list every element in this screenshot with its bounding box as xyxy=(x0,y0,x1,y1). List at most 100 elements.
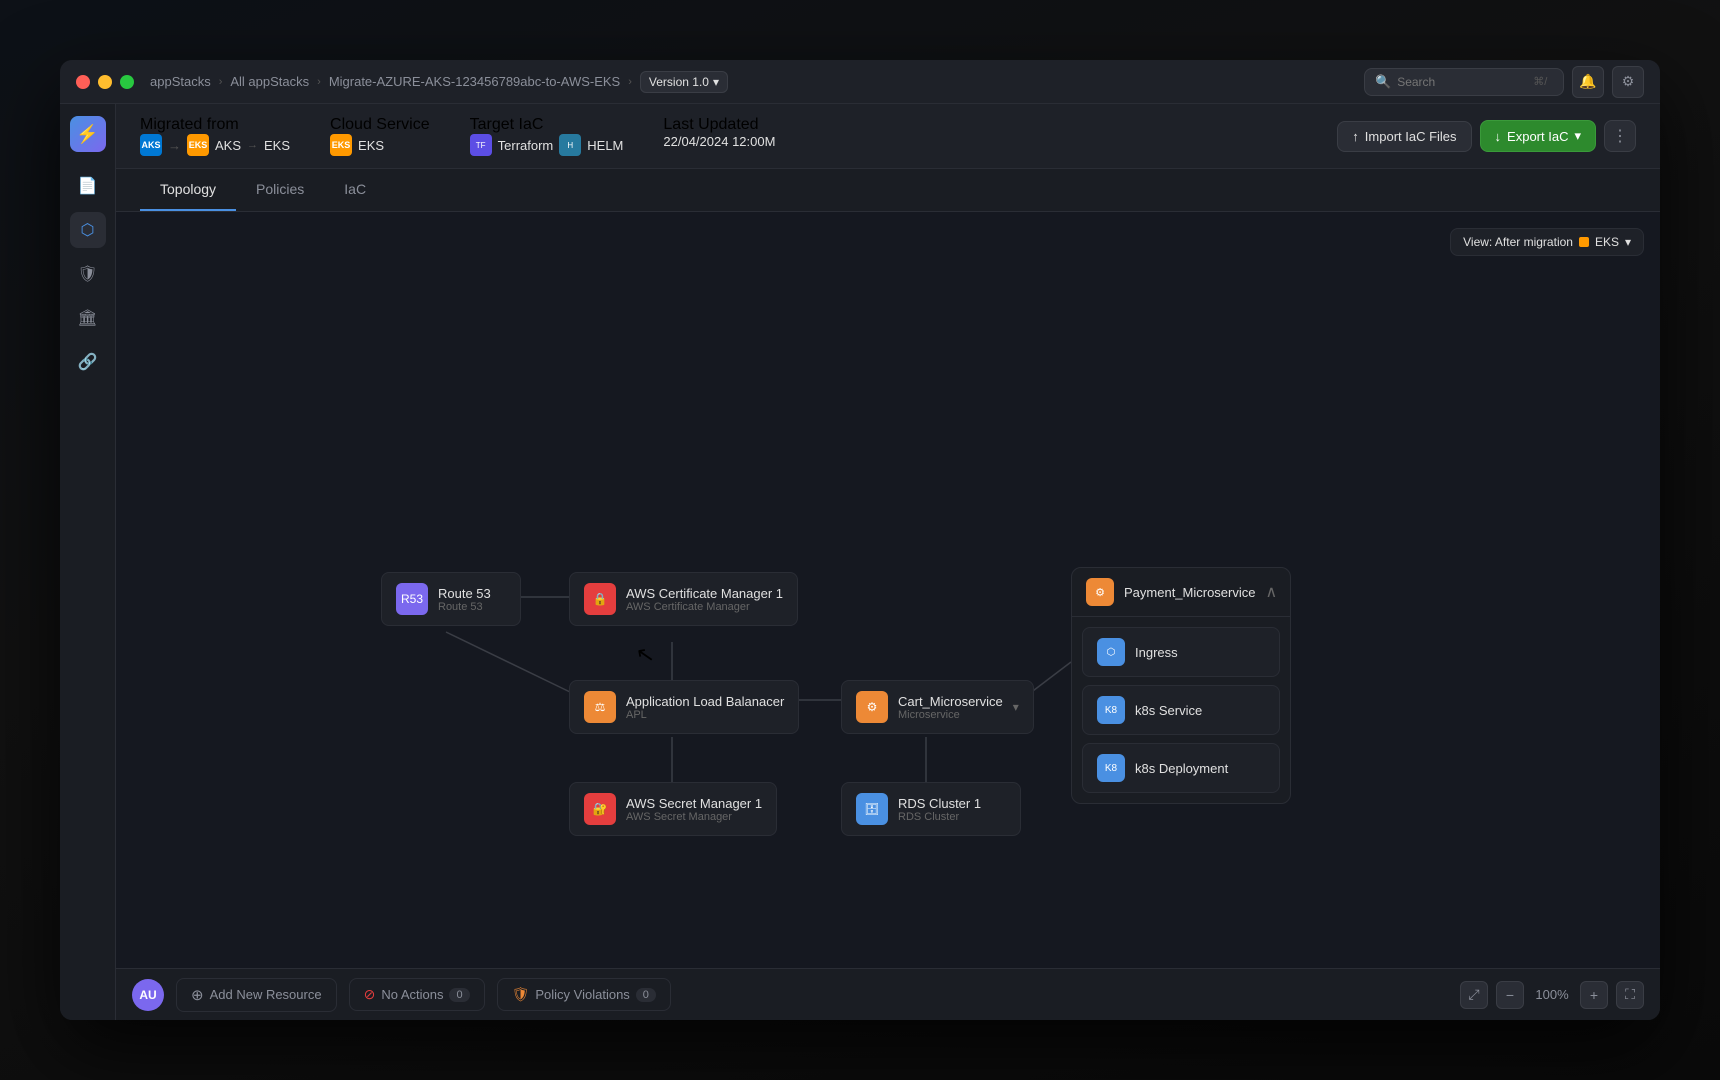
document-icon: 📄 xyxy=(78,176,98,196)
alb-info: Application Load Balanacer APL xyxy=(626,694,784,721)
helm-icon: H xyxy=(559,134,581,156)
target-iac-label: Target IaC xyxy=(470,116,544,133)
actions-button[interactable]: ⊘ No Actions 0 xyxy=(349,978,485,1011)
info-header: Migrated from AKS → EKS AKS → EKS xyxy=(116,104,1660,169)
export-button[interactable]: ↓ Export IaC ▾ xyxy=(1480,120,1596,152)
policy-icon: 🛡 xyxy=(512,986,530,1003)
fit-view-button[interactable]: ⤢ xyxy=(1460,981,1488,1009)
cart-icon: ⚙ xyxy=(856,691,888,723)
last-updated-label: Last Updated xyxy=(663,116,758,133)
view-cloud-label: EKS xyxy=(1595,235,1619,249)
ellipsis-vertical-icon: ⋮ xyxy=(1612,126,1628,146)
header-actions: 🔍 ⌘/ 🔔 ⚙ xyxy=(1364,66,1644,98)
import-button[interactable]: ↑ Import IaC Files xyxy=(1337,121,1471,152)
breadcrumb-all-appstacks[interactable]: All appStacks xyxy=(230,74,309,89)
sidebar-item-stacks[interactable]: ⬡ xyxy=(70,212,106,248)
zoom-in-button[interactable]: + xyxy=(1580,981,1608,1009)
logo-icon: ⚡ xyxy=(76,124,98,145)
search-input[interactable] xyxy=(1397,75,1527,89)
sidebar: ⚡ 📄 ⬡ 🛡 🏛 🔗 xyxy=(60,104,116,1020)
main-window: appStacks › All appStacks › Migrate-AZUR… xyxy=(60,60,1660,1020)
migrated-from-section: Migrated from AKS → EKS AKS → EKS xyxy=(140,116,290,156)
minimize-button[interactable] xyxy=(98,75,112,89)
cert-manager-node[interactable]: 🔒 AWS Certificate Manager 1 AWS Certific… xyxy=(569,572,798,626)
fullscreen-button[interactable] xyxy=(120,75,134,89)
user-avatar[interactable]: AU xyxy=(132,979,164,1011)
app-logo[interactable]: ⚡ xyxy=(70,116,106,152)
bell-icon: 🔔 xyxy=(1579,73,1596,90)
cloud-service-name: EKS xyxy=(358,138,384,153)
gear-icon: ⚙ xyxy=(1622,73,1635,90)
more-options-button[interactable]: ⋮ xyxy=(1604,120,1636,152)
search-bar: 🔍 ⌘/ xyxy=(1364,68,1564,96)
settings-button[interactable]: ⚙ xyxy=(1612,66,1644,98)
connections-svg xyxy=(116,212,1660,968)
secret-manager-icon: 🔐 xyxy=(584,793,616,825)
search-icon: 🔍 xyxy=(1375,74,1391,90)
minus-icon: − xyxy=(1506,987,1514,1003)
payment-group-header: ⚙ Payment_Microservice ∧ xyxy=(1072,568,1290,617)
view-control[interactable]: View: After migration EKS ▾ xyxy=(1450,228,1644,256)
collapse-icon[interactable]: ∧ xyxy=(1266,582,1278,602)
cart-info: Cart_Microservice Microservice xyxy=(898,694,1003,721)
upload-icon: ↑ xyxy=(1352,129,1359,144)
actions-badge: 0 xyxy=(449,988,469,1002)
cloud-service-value: EKS EKS xyxy=(330,134,430,156)
layers-icon: ⬡ xyxy=(81,220,95,240)
tab-topology[interactable]: Topology xyxy=(140,169,236,211)
bank-icon: 🏛 xyxy=(77,308,97,328)
app-load-balancer-node[interactable]: ⚖ Application Load Balanacer APL xyxy=(569,680,799,734)
k8s-service-node[interactable]: K8 k8s Service xyxy=(1082,685,1280,735)
fullscreen-button[interactable]: ⛶ xyxy=(1616,981,1644,1009)
target-iac-section: Target IaC TF Terraform H HELM xyxy=(470,116,624,156)
version-selector[interactable]: Version 1.0 ▾ xyxy=(640,71,728,93)
ingress-node[interactable]: ⬡ Ingress xyxy=(1082,627,1280,677)
breadcrumb-migration[interactable]: Migrate-AZURE-AKS-123456789abc-to-AWS-EK… xyxy=(329,74,620,89)
topology-canvas[interactable]: View: After migration EKS ▾ xyxy=(116,212,1660,968)
search-shortcut: ⌘/ xyxy=(1533,75,1547,88)
add-circle-icon: ⊕ xyxy=(191,986,204,1004)
expand-icon: ⤢ xyxy=(1468,986,1479,1003)
sidebar-item-docs[interactable]: 📄 xyxy=(70,168,106,204)
policy-violations-badge: 0 xyxy=(636,988,656,1002)
route53-icon: R53 xyxy=(396,583,428,615)
last-updated-section: Last Updated 22/04/2024 12:00M xyxy=(663,116,775,156)
rds-cluster-node[interactable]: 🗄 RDS Cluster 1 RDS Cluster xyxy=(841,782,1021,836)
sidebar-item-bank[interactable]: 🏛 xyxy=(70,300,106,336)
migrated-from-value: AKS → EKS AKS → EKS xyxy=(140,134,290,156)
close-button[interactable] xyxy=(76,75,90,89)
sidebar-item-link[interactable]: 🔗 xyxy=(70,344,106,380)
payment-icon: ⚙ xyxy=(1086,578,1114,606)
add-resource-button[interactable]: ⊕ Add New Resource xyxy=(176,978,337,1012)
export-chevron-icon: ▾ xyxy=(1574,128,1581,144)
view-chevron-icon: ▾ xyxy=(1625,235,1631,249)
notifications-button[interactable]: 🔔 xyxy=(1572,66,1604,98)
ingress-icon: ⬡ xyxy=(1097,638,1125,666)
eks-icon: EKS xyxy=(187,134,209,156)
zoom-level-display: 100% xyxy=(1532,987,1572,1002)
warning-icon: ⊘ xyxy=(364,986,376,1003)
k8s-deployment-node[interactable]: K8 k8s Deployment xyxy=(1082,743,1280,793)
cart-microservice-node[interactable]: ⚙ Cart_Microservice Microservice ▾ xyxy=(841,680,1034,734)
plus-icon: + xyxy=(1590,987,1598,1003)
payment-microservice-group[interactable]: ⚙ Payment_Microservice ∧ ⬡ Ingress xyxy=(1071,567,1291,804)
breadcrumb-appstacks[interactable]: appStacks xyxy=(150,74,211,89)
desktop: appStacks › All appStacks › Migrate-AZUR… xyxy=(0,0,1720,1080)
tab-iac[interactable]: IaC xyxy=(324,169,386,211)
tab-policies[interactable]: Policies xyxy=(236,169,324,211)
view-label: View: After migration xyxy=(1463,235,1573,249)
secret-manager-node[interactable]: 🔐 AWS Secret Manager 1 AWS Secret Manage… xyxy=(569,782,777,836)
helm-label: HELM xyxy=(587,138,623,153)
to-cloud-label: EKS xyxy=(264,138,290,153)
policy-violations-button[interactable]: 🛡 Policy Violations 0 xyxy=(497,978,671,1011)
target-iac-value: TF Terraform H HELM xyxy=(470,134,624,156)
route53-node[interactable]: R53 Route 53 Route 53 xyxy=(381,572,521,626)
breadcrumb-sep-3: › xyxy=(628,76,632,88)
sidebar-item-shield[interactable]: 🛡 xyxy=(70,256,106,292)
rds-icon: 🗄 xyxy=(856,793,888,825)
zoom-out-button[interactable]: − xyxy=(1496,981,1524,1009)
cert-manager-icon: 🔒 xyxy=(584,583,616,615)
k8s-deployment-icon: K8 xyxy=(1097,754,1125,782)
cert-manager-info: AWS Certificate Manager 1 AWS Certificat… xyxy=(626,586,783,613)
route53-info: Route 53 Route 53 xyxy=(438,586,491,613)
